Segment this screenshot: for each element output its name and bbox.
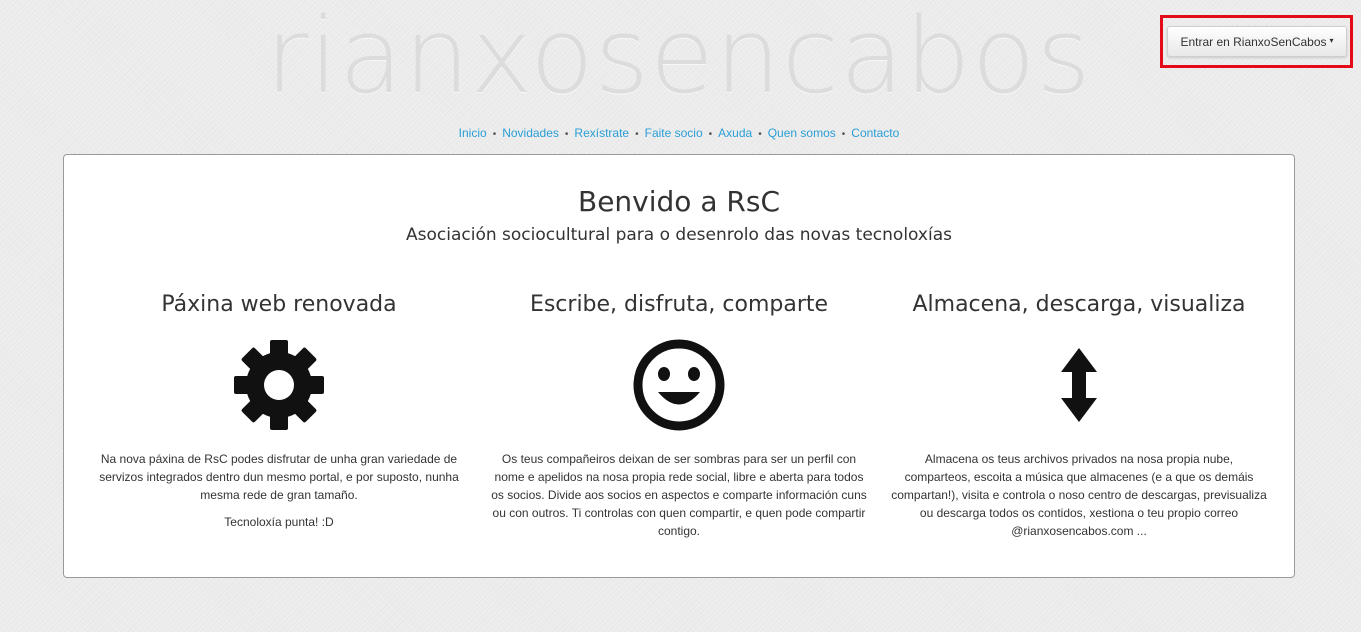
up-down-arrow-icon	[889, 335, 1269, 435]
site-logo: rianxosencabos	[265, 0, 1092, 117]
nav-link-contacto[interactable]: Contacto	[851, 126, 899, 140]
nav-link-faite-socio[interactable]: Faite socio	[645, 126, 703, 140]
smiley-icon	[489, 335, 869, 435]
login-button-label: Entrar en RianxoSenCabos	[1180, 34, 1327, 49]
feature-web: Páxina web renovada Na nova páxina de Rs…	[89, 289, 469, 531]
welcome-subtitle: Asociación sociocultural para o desenrol…	[406, 225, 952, 245]
feature-text: Os teus compañeiros deixan de ser sombra…	[491, 452, 867, 538]
nav-separator: •	[492, 129, 497, 140]
nav-link-axuda[interactable]: Axuda	[718, 126, 752, 140]
feature-note: Tecnoloxía punta! :D	[224, 515, 334, 529]
nav-link-inicio[interactable]: Inicio	[459, 126, 487, 140]
feature-storage: Almacena, descarga, visualiza Almacena o…	[889, 289, 1269, 540]
nav-link-novidades[interactable]: Novidades	[502, 126, 559, 140]
nav-separator: •	[635, 129, 639, 140]
welcome-panel: Benvido a RsC Asociación sociocultural p…	[63, 154, 1295, 578]
feature-title: Almacena, descarga, visualiza	[912, 292, 1246, 317]
feature-text: Almacena os teus archivos privados na no…	[891, 452, 1267, 538]
nav-separator: •	[841, 129, 846, 140]
gear-icon	[89, 335, 469, 435]
caret-down-icon: ▾	[1329, 36, 1334, 45]
nav-link-rexistrate[interactable]: Rexístrate	[574, 126, 629, 140]
nav-separator: •	[564, 129, 569, 140]
login-button[interactable]: Entrar en RianxoSenCabos ▾	[1167, 26, 1347, 57]
main-nav: Inicio • Novidades • Rexístrate • Faite socio •…	[0, 126, 1361, 140]
nav-link-quen-somos[interactable]: Quen somos	[768, 126, 836, 140]
feature-social: Escribe, disfruta, comparte Os teus comp…	[489, 289, 869, 540]
nav-separator: •	[708, 129, 713, 140]
feature-title: Escribe, disfruta, comparte	[529, 292, 829, 317]
feature-title: Páxina web renovada	[161, 292, 397, 317]
feature-text: Na nova páxina de RsC podes disfrutar de…	[99, 452, 459, 502]
nav-separator: •	[758, 129, 762, 140]
welcome-title: Benvido a RsC	[578, 185, 780, 218]
